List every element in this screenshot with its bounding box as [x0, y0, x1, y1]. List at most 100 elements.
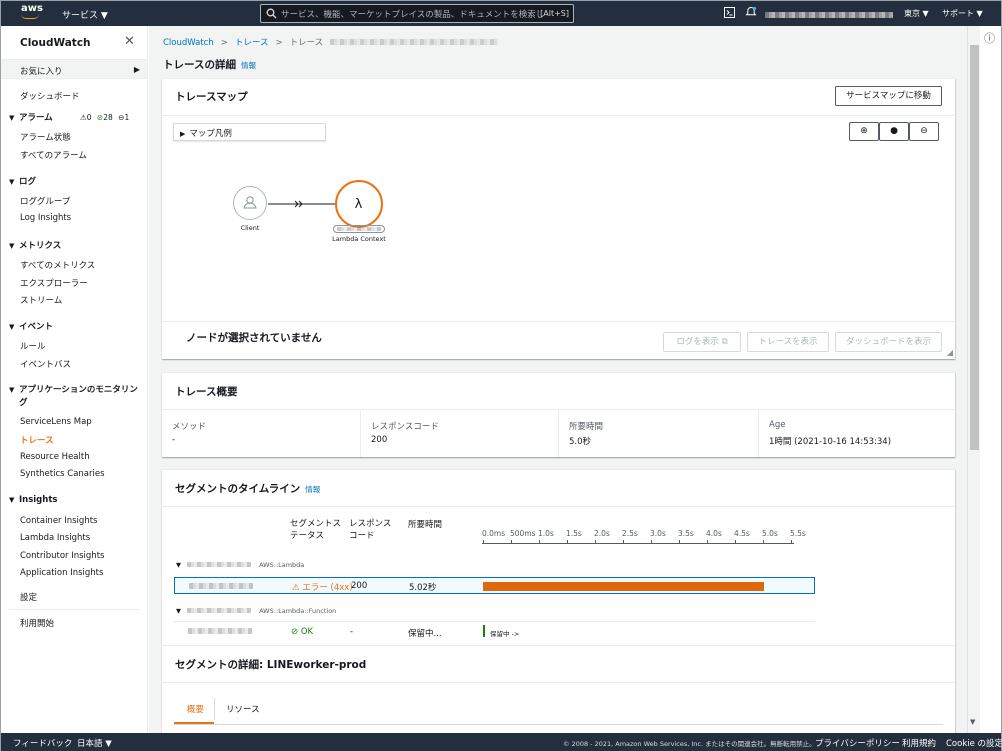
sidebar-item-resource-health[interactable]: Resource Health	[20, 452, 90, 462]
timeline-tick-label: 500ms	[510, 529, 536, 538]
help-info-icon[interactable]: ⓘ	[984, 30, 995, 46]
page-title: トレースの詳細 情報	[163, 59, 256, 71]
sidebar-item-alarm-state[interactable]: アラーム状態	[20, 131, 71, 143]
row1-response-code: 200	[351, 581, 368, 591]
sidebar-section-app-monitoring[interactable]: ▼ アプリケーションのモニタリン	[9, 383, 138, 395]
redacted-node-name	[333, 225, 385, 233]
sidebar-item-container-insights[interactable]: Container Insights	[20, 516, 97, 526]
support-menu[interactable]: サポート ▼	[942, 8, 983, 19]
timeline-tick-mark	[735, 540, 736, 544]
timeline-tick-mark	[539, 540, 540, 544]
error-status: ⚠ エラー (4xx)	[292, 583, 353, 593]
timeline-tick-label: 5.0s	[762, 529, 778, 538]
breadcrumb: CloudWatch > トレース > トレース	[163, 36, 498, 48]
breadcrumb-traces[interactable]: トレース	[235, 38, 269, 48]
region-selector[interactable]: 東京 ▼	[904, 8, 929, 19]
service-map-button[interactable]: サービスマップに移動	[835, 86, 942, 106]
page-scrollbar[interactable]: ▼	[967, 26, 980, 733]
sidebar-section-alarms[interactable]: ▼ アラーム	[9, 111, 53, 123]
client-node[interactable]	[233, 186, 267, 220]
sidebar-item-settings[interactable]: 設定	[20, 591, 37, 603]
info-link[interactable]: 情報	[241, 61, 256, 70]
ok-status: ⊘ OK	[291, 627, 314, 637]
sidebar: CloudWatch ✕ お気に入り ▶ ダッシュボード ▼ アラーム ⚠0 ⊘28…	[1, 26, 148, 733]
sidebar-item-all-alarms[interactable]: すべてのアラーム	[20, 149, 87, 161]
timeline-tick-label: 2.0s	[594, 529, 610, 538]
resize-handle-icon[interactable]: ◢	[947, 348, 953, 357]
feedback-link[interactable]: フィードバック	[13, 737, 72, 749]
sidebar-section-events[interactable]: ▼ イベント	[9, 320, 53, 332]
method-value: -	[172, 435, 176, 445]
bell-icon[interactable]	[745, 6, 757, 20]
sidebar-item-synthetics[interactable]: Synthetics Canaries	[20, 469, 105, 479]
terms-link[interactable]: 利用規約	[902, 737, 936, 749]
sidebar-item-application-insights[interactable]: Application Insights	[20, 568, 103, 578]
search-input[interactable]: サービス、機能、マーケットプレイスの製品、ドキュメントを検索し [Alt+S]	[260, 4, 574, 23]
segment-duration-bar[interactable]	[483, 582, 764, 591]
client-node-label: Client	[240, 224, 260, 232]
sidebar-item-dashboard[interactable]: ダッシュボード	[20, 90, 80, 102]
tab-overview[interactable]: 概要	[187, 703, 204, 715]
timeline-title: セグメントのタイムライン 情報	[175, 483, 321, 495]
caret-right-icon: ▶	[133, 65, 140, 74]
sidebar-item-all-metrics[interactable]: すべてのメトリクス	[20, 259, 95, 271]
timeline-info-link[interactable]: 情報	[305, 485, 320, 494]
sidebar-item-logs-insights[interactable]: Log Insights	[20, 213, 71, 223]
caret-right-icon: ▶	[180, 130, 186, 138]
aws-logo[interactable]: aws	[21, 4, 43, 19]
sidebar-item-getting-started[interactable]: 利用開始	[20, 617, 54, 629]
search-shortcut: [Alt+S]	[540, 9, 569, 18]
cookie-settings-link[interactable]: Cookie の設定	[946, 737, 1002, 749]
search-icon	[266, 8, 277, 22]
sidebar-item-servicelens[interactable]: ServiceLens Map	[20, 417, 92, 427]
sidebar-item-lambda-insights[interactable]: Lambda Insights	[20, 533, 90, 543]
tab-resources[interactable]: リソース	[226, 703, 260, 715]
segment-row-2[interactable]: ⊘ OK - 保留中... 保留中 ->	[174, 622, 815, 642]
user-icon	[243, 196, 257, 209]
zoom-in-icon[interactable]: ⊕	[849, 122, 879, 141]
cloudshell-icon[interactable]	[724, 7, 735, 20]
account-menu[interactable]	[765, 11, 893, 20]
footer: フィードバック 日本語 ▼ © 2008 - 2021, Amazon Web …	[1, 733, 1002, 751]
close-icon[interactable]: ✕	[124, 34, 135, 49]
age-label: Age	[769, 420, 786, 430]
sidebar-item-streams[interactable]: ストリーム	[20, 294, 62, 306]
sidebar-item-event-bus[interactable]: イベントバス	[20, 358, 71, 370]
zoom-out-icon[interactable]: ⊖	[909, 122, 939, 141]
sidebar-section-insights[interactable]: ▼ Insights	[9, 495, 57, 505]
scroll-down-icon[interactable]: ▼	[970, 718, 975, 726]
sidebar-item-rules[interactable]: ルール	[20, 340, 46, 352]
caret-down-icon: ▼	[176, 607, 181, 615]
sidebar-item-traces[interactable]: トレース	[20, 434, 54, 446]
privacy-link[interactable]: プライバシーポリシー	[815, 737, 900, 749]
view-logs-button[interactable]: ログを表示 ⧉	[663, 332, 741, 352]
breadcrumb-cloudwatch[interactable]: CloudWatch	[163, 38, 214, 48]
view-traces-button[interactable]: トレースを表示	[747, 332, 829, 352]
services-menu[interactable]: サービス ▼	[62, 8, 108, 21]
sidebar-title: CloudWatch	[20, 37, 91, 49]
timeline-tick-label: 4.5s	[734, 529, 750, 538]
sidebar-item-explorer[interactable]: エクスプローラー	[20, 277, 88, 289]
trace-summary-title: トレース概要	[175, 386, 238, 398]
lambda-node[interactable]: λ	[335, 180, 383, 228]
method-label: メソッド	[172, 422, 207, 432]
map-legend-toggle[interactable]: ▶ マップ凡例	[173, 123, 326, 141]
scrollbar-thumb[interactable]	[970, 45, 979, 450]
sidebar-item-log-groups[interactable]: ロググループ	[20, 195, 70, 207]
sidebar-section-logs[interactable]: ▼ ログ	[9, 175, 36, 187]
segment-group-1[interactable]: ▼ AWS::Lambda	[176, 561, 304, 569]
breadcrumb-current: トレース	[289, 38, 324, 48]
language-selector[interactable]: 日本語 ▼	[77, 737, 112, 749]
segment-group-2[interactable]: ▼ AWS::Lambda::Function	[176, 607, 336, 615]
timeline-axis: 0.0ms 500ms 1.0s 1.5s 2.0s 2.5s 3.0s 3.5s 4.0s 4.…	[482, 529, 806, 549]
timeline-tick-mark	[623, 540, 624, 544]
check-circle-icon: ⊘	[291, 627, 299, 637]
sidebar-section-metrics[interactable]: ▼ メトリクス	[9, 239, 61, 251]
reset-zoom-icon[interactable]: ●	[879, 122, 909, 141]
sidebar-favorites[interactable]: お気に入り ▶	[1, 59, 147, 79]
timeline-tick-label: 1.0s	[538, 529, 554, 538]
no-node-selected: ノードが選択されていません	[186, 332, 322, 344]
view-dashboard-button[interactable]: ダッシュボードを表示	[835, 332, 942, 352]
sidebar-item-contributor-insights[interactable]: Contributor Insights	[20, 551, 104, 561]
caret-down-icon: ▼	[176, 561, 181, 569]
